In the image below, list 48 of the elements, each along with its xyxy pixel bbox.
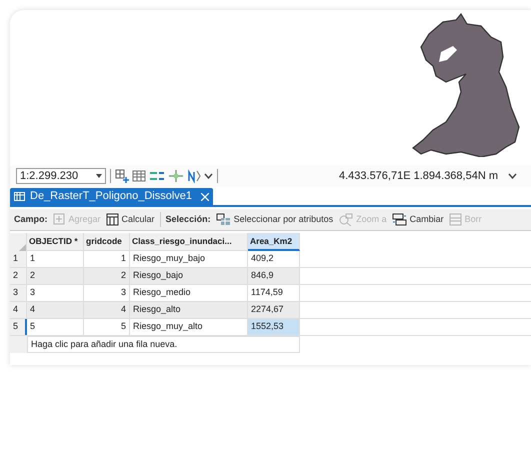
toolbar-button[interactable]: Cambiar (392, 212, 444, 226)
calculator-icon (106, 213, 119, 226)
new-row-hint[interactable]: Haga clic para añadir una fila nueva. (27, 336, 300, 353)
clear-icon (448, 213, 462, 226)
toolbar-button[interactable]: Calcular (106, 212, 155, 226)
table-cell: 2 (27, 268, 84, 284)
crosshair-icon[interactable] (168, 169, 184, 183)
table-select-icon (216, 213, 231, 226)
row-number[interactable]: 4 (10, 302, 27, 318)
swap-selection-icon (392, 213, 407, 226)
table-tab[interactable]: De_RasterT_Poligono_Dissolve1 (10, 188, 214, 205)
toolbar-button[interactable]: Seleccionar por atributos (216, 212, 334, 226)
row-header (10, 336, 27, 353)
snapping-icon[interactable] (149, 169, 165, 183)
table-cell: 3 (27, 285, 84, 301)
close-icon[interactable] (201, 192, 210, 200)
column-header[interactable]: Area_Km2 (248, 233, 300, 251)
table-cell: 2274,67 (248, 302, 300, 318)
table-cell: 2 (84, 268, 130, 284)
table-cell: 4 (27, 302, 84, 318)
north-arrow-icon[interactable] (187, 169, 201, 183)
chevron-down-icon[interactable] (508, 173, 517, 179)
toolbar-label: Selección: (166, 212, 211, 226)
column-header[interactable]: Class_riesgo_inundaci... (130, 233, 248, 251)
add-field-icon (52, 213, 66, 226)
table-cell: 4 (84, 302, 130, 318)
row-number[interactable]: 1 (10, 251, 27, 267)
table-cell: 1552,53 (248, 319, 300, 335)
table-cell: Riesgo_bajo (130, 268, 248, 284)
table-cell: 846,9 (248, 268, 300, 284)
grid-add-icon[interactable] (115, 169, 129, 183)
table-grid-icon[interactable] (132, 169, 146, 183)
row-number[interactable]: 5 (10, 319, 27, 335)
row-number[interactable]: 3 (10, 285, 27, 301)
corner-triangle-icon (19, 244, 26, 251)
column-header[interactable]: OBJECTID * (27, 233, 84, 251)
column-header[interactable]: gridcode (84, 233, 130, 251)
table-cell: 5 (27, 319, 84, 335)
chevron-down-icon[interactable] (204, 173, 213, 179)
caret-icon (96, 174, 102, 178)
table-cell: 409,2 (248, 251, 300, 267)
toolbar-label: Campo: (14, 212, 48, 226)
coordinates-readout: 4.433.576,71E 1.894.368,54N m (338, 168, 498, 184)
zoom-icon (338, 213, 354, 226)
scale-dropdown[interactable]: 1:2.299.230 (16, 168, 106, 184)
table-icon (14, 192, 25, 201)
row-number[interactable]: 2 (10, 268, 27, 284)
table-cell: Riesgo_alto (130, 302, 248, 318)
